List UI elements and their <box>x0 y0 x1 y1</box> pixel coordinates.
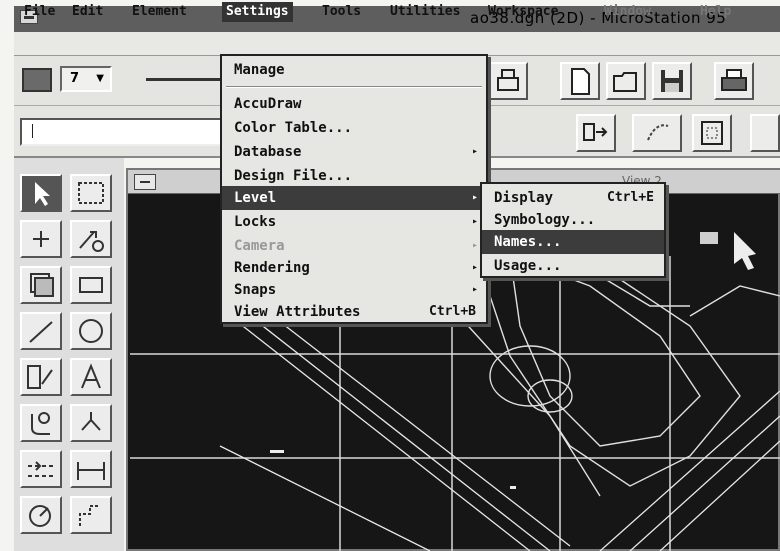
place-point-tool[interactable] <box>20 220 62 258</box>
color-picker[interactable] <box>22 68 52 92</box>
fit-view-icon <box>701 121 723 145</box>
menu-tools[interactable]: Tools <box>318 2 365 22</box>
settings-item-design-file[interactable]: Design File... <box>222 164 486 188</box>
text-caret <box>32 124 33 138</box>
save-button[interactable] <box>652 62 692 100</box>
settings-menu: Manage AccuDraw Color Table... Database ▸… <box>220 54 488 324</box>
copy-view-button[interactable] <box>576 114 616 152</box>
text-a-icon <box>81 363 101 389</box>
submenu-arrow-icon: ▸ <box>471 262 478 273</box>
main-tool-palette <box>14 158 124 551</box>
copy-arrows-icon <box>28 461 54 477</box>
menu-separator <box>226 86 482 88</box>
cell-tool[interactable] <box>20 358 62 396</box>
settings-item-view-attributes[interactable]: View Attributes Ctrl+B <box>222 300 486 324</box>
plus-icon <box>33 231 49 247</box>
modify-tool[interactable] <box>20 404 62 442</box>
printer-icon <box>721 69 747 91</box>
manipulate-tool[interactable] <box>70 220 112 258</box>
cell-icon <box>27 365 53 389</box>
new-file-button[interactable] <box>560 62 600 100</box>
copy-view-icon <box>583 123 608 141</box>
shortcut-label: Ctrl+B <box>429 304 476 319</box>
settings-item-color-table[interactable]: Color Table... <box>222 116 486 140</box>
rectangle-icon <box>79 277 103 293</box>
snap-icon <box>81 412 101 431</box>
settings-item-accudraw[interactable]: AccuDraw <box>222 92 486 116</box>
measure-icon <box>29 505 51 527</box>
printer-tool-button[interactable] <box>488 62 528 100</box>
measure-tool[interactable] <box>20 496 62 534</box>
rotate-icon <box>647 124 669 141</box>
window-area-button[interactable] <box>750 114 780 152</box>
text-tool[interactable] <box>70 358 112 396</box>
submenu-arrow-icon: ▸ <box>471 284 478 295</box>
fence-tool[interactable] <box>70 174 112 212</box>
menu-element[interactable]: Element <box>128 2 191 22</box>
view-menu-button[interactable] <box>134 174 156 190</box>
settings-item-level[interactable]: Level ▸ <box>222 186 486 210</box>
arrow-pointer-icon <box>35 182 50 206</box>
element-selection-tool[interactable] <box>20 174 62 212</box>
level-item-symbology[interactable]: Symbology... <box>482 208 664 232</box>
level-submenu: Display Ctrl+E Symbology... Names... Usag… <box>480 182 666 278</box>
modify-icon <box>31 412 50 435</box>
menu-bar <box>14 32 780 56</box>
dimension-icon <box>77 462 105 480</box>
menu-utilities[interactable]: Utilities <box>386 2 464 22</box>
new-file-icon <box>571 68 590 95</box>
submenu-arrow-icon: ▸ <box>471 192 478 203</box>
dimension-tool[interactable] <box>70 450 112 488</box>
settings-item-rendering[interactable]: Rendering ▸ <box>222 256 486 280</box>
submenu-arrow-icon: ▸ <box>471 240 478 251</box>
level-item-display[interactable]: Display Ctrl+E <box>482 186 664 210</box>
printer-icon <box>497 69 519 91</box>
pattern-tool[interactable] <box>70 496 112 534</box>
menu-file[interactable]: File <box>20 2 59 22</box>
menu-edit[interactable]: Edit <box>68 2 107 22</box>
settings-item-database[interactable]: Database ▸ <box>222 140 486 164</box>
road-linework <box>219 313 780 551</box>
menu-help[interactable]: Help <box>696 2 735 22</box>
copy-tool[interactable] <box>20 450 62 488</box>
layers-icon <box>30 273 54 297</box>
fit-view-button[interactable] <box>692 114 732 152</box>
rectangle-tool[interactable] <box>70 266 112 304</box>
floppy-disk-icon <box>661 70 683 92</box>
settings-item-snaps[interactable]: Snaps ▸ <box>222 278 486 302</box>
line-weight-value: 7 <box>70 71 80 86</box>
line-weight-dropdown[interactable]: 7 ▼ <box>60 66 112 92</box>
settings-item-camera: Camera ▸ <box>222 234 486 258</box>
menu-settings[interactable]: Settings <box>222 2 293 22</box>
line-icon <box>29 321 53 343</box>
circle-tool[interactable] <box>70 312 112 350</box>
snap-tool[interactable] <box>70 404 112 442</box>
key-in-field[interactable] <box>20 118 225 146</box>
settings-item-locks[interactable]: Locks ▸ <box>222 210 486 234</box>
folder-icon <box>613 72 637 92</box>
submenu-arrow-icon: ▸ <box>471 216 478 227</box>
fence-icon <box>78 182 104 204</box>
manipulate-icon <box>79 231 104 252</box>
menu-workspace[interactable]: Workspace <box>484 2 562 22</box>
line-style-selector[interactable] <box>146 78 222 81</box>
circle-icon <box>79 319 103 343</box>
level-item-usage[interactable]: Usage... <box>482 254 664 278</box>
print-button[interactable] <box>714 62 754 100</box>
element-attributes-tool[interactable] <box>20 266 62 304</box>
menu-window[interactable]: Window <box>600 2 655 22</box>
chevron-down-icon: ▼ <box>96 73 104 84</box>
shortcut-label: Ctrl+E <box>607 190 654 205</box>
rotate-view-button[interactable] <box>632 114 682 152</box>
submenu-arrow-icon: ▸ <box>471 146 478 157</box>
settings-item-manage[interactable]: Manage <box>222 58 486 82</box>
open-file-button[interactable] <box>606 62 646 100</box>
level-item-names[interactable]: Names... <box>482 230 664 254</box>
pattern-icon <box>79 505 100 526</box>
line-tool[interactable] <box>20 312 62 350</box>
